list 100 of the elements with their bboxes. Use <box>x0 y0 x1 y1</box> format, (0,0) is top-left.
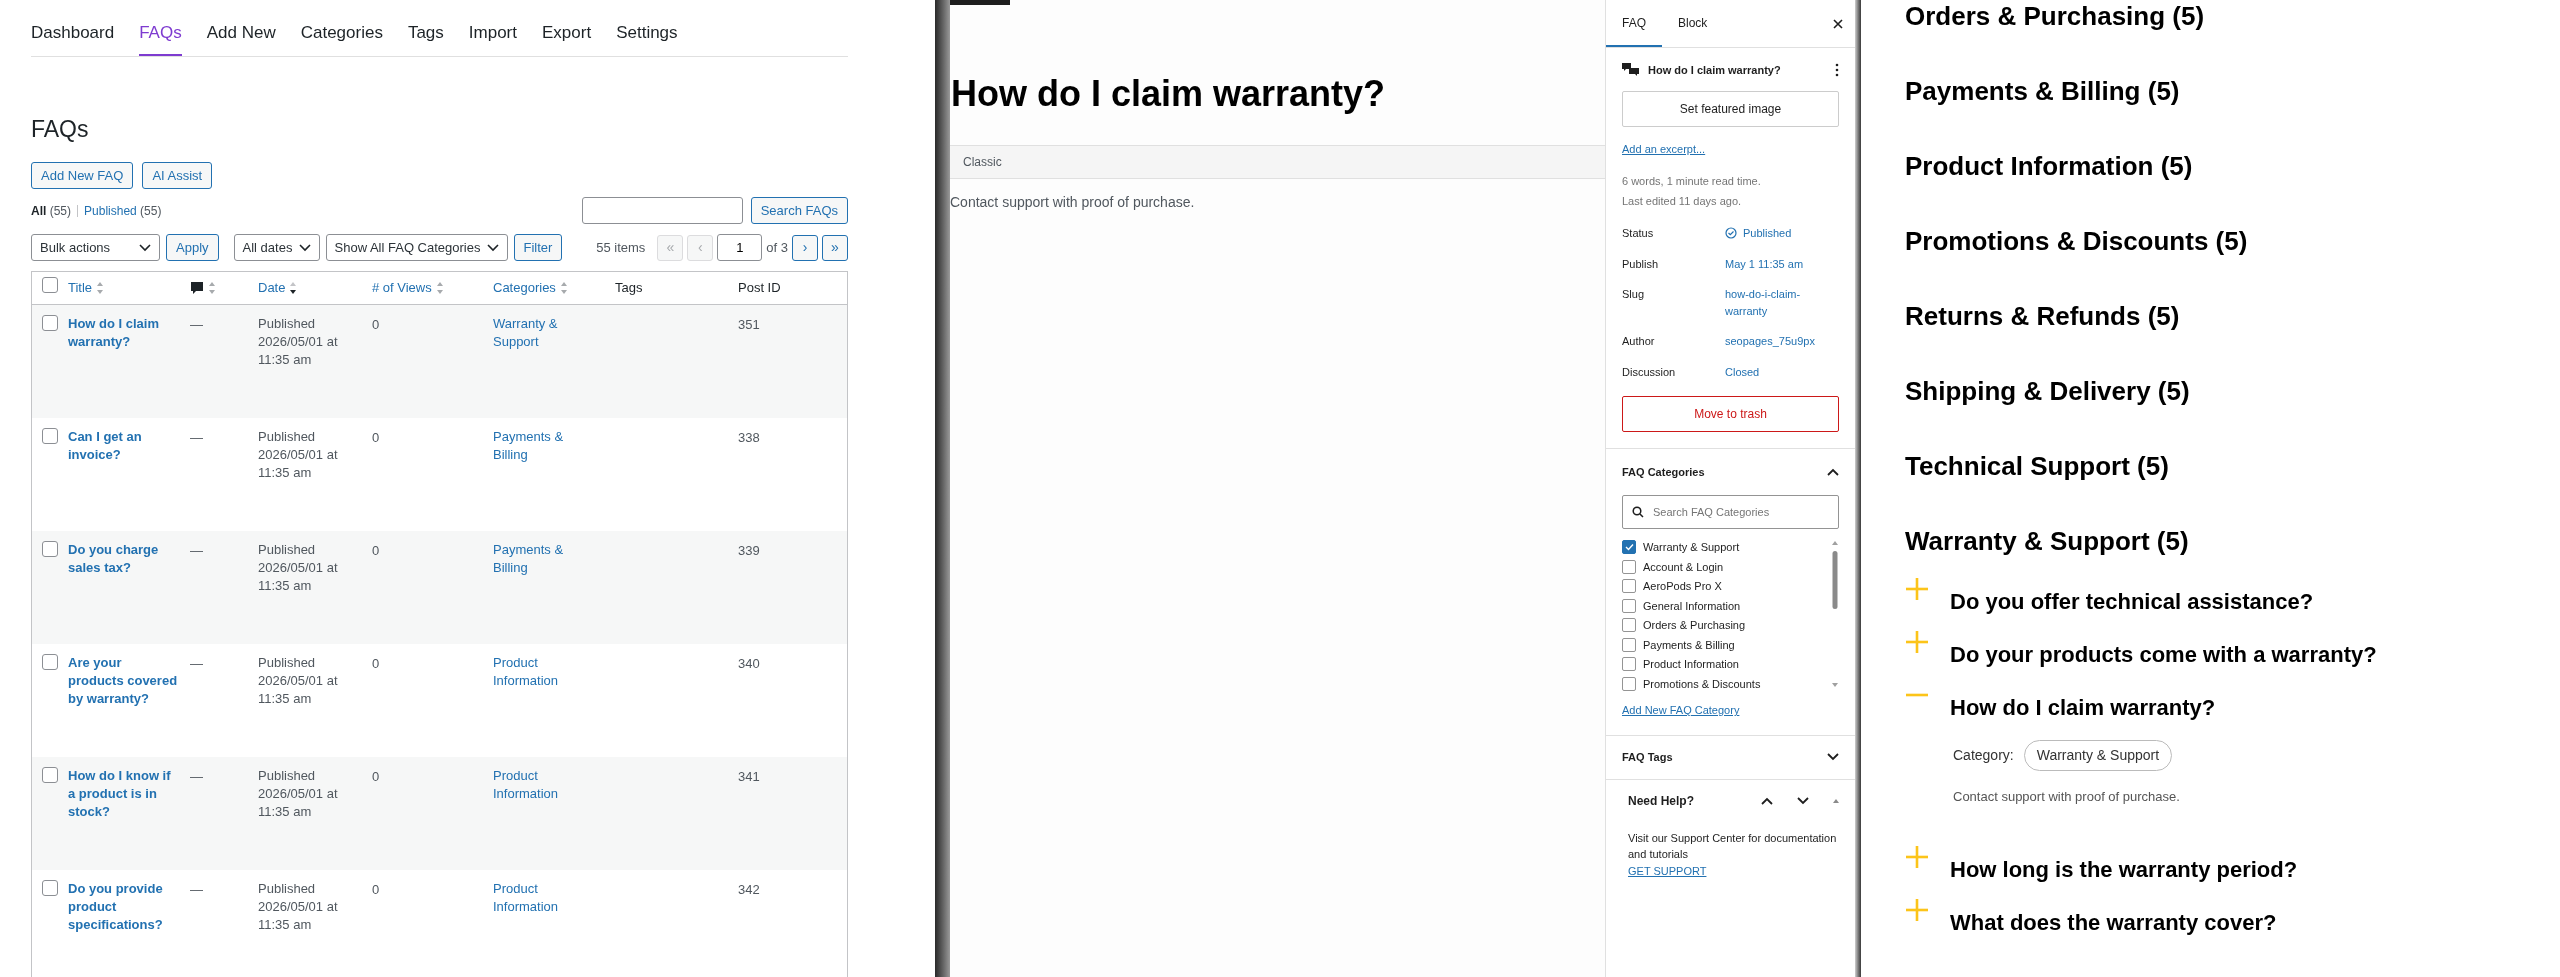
trash-button[interactable]: Move to trash <box>1622 396 1839 432</box>
comments-column-header[interactable] <box>190 281 216 295</box>
post-id-cell-text: 340 <box>738 655 760 673</box>
add-category-link[interactable]: Add New FAQ Category <box>1622 702 1839 719</box>
faq-question[interactable]: Do you offer technical assistance? <box>1950 585 2314 618</box>
meta-value[interactable]: May 1 11:35 am <box>1725 255 1804 272</box>
row-checkbox[interactable] <box>42 541 58 557</box>
category-checkbox[interactable] <box>1622 676 1636 691</box>
faq-title-link[interactable]: How do I claim warranty? <box>68 315 180 351</box>
meta-value[interactable]: Closed <box>1725 363 1760 380</box>
category-checkbox[interactable] <box>1622 559 1636 574</box>
category-select[interactable]: Show All FAQ Categories <box>325 234 508 261</box>
meta-value[interactable]: how-do-i-claim-warranty <box>1725 286 1825 319</box>
move-down-icon[interactable] <box>1797 796 1809 805</box>
action-button[interactable]: AI Assist <box>142 162 213 189</box>
views-cell-text: 0 <box>372 542 381 560</box>
faq-question[interactable]: Do your products come with a warranty? <box>1950 638 2377 671</box>
post-id-cell-text: 351 <box>738 316 760 334</box>
sort-arrows-icon <box>289 281 298 295</box>
row-checkbox[interactable] <box>42 767 58 783</box>
category-link[interactable]: Warranty & Support <box>493 315 593 351</box>
sort-arrows-icon <box>96 281 105 295</box>
faq-question[interactable]: How do I claim warranty? <box>1950 691 2216 724</box>
chevron-icon[interactable] <box>1827 468 1839 476</box>
category-link[interactable]: Product Information <box>493 880 593 916</box>
category-search-field[interactable]: Search FAQ Categories <box>1622 495 1839 529</box>
close-icon[interactable] <box>1833 18 1843 29</box>
post-content[interactable]: Contact support with proof of purchase. <box>950 192 1605 213</box>
nav-tab[interactable]: Dashboard <box>31 20 115 56</box>
sort-arrows-icon <box>208 281 216 295</box>
sidebar-tab[interactable]: FAQ <box>1606 0 1662 47</box>
nav-tab[interactable]: Import <box>468 20 517 56</box>
excerpt-link[interactable]: Add an excerpt... <box>1622 140 1839 157</box>
nav-tab[interactable]: Settings <box>616 20 678 56</box>
search-field[interactable] <box>581 197 743 224</box>
post-title[interactable]: How do I claim warranty? <box>950 67 1605 121</box>
chevron-icon[interactable] <box>1827 753 1839 761</box>
column-header[interactable]: Title <box>68 278 105 298</box>
column-header[interactable]: Date <box>258 278 298 298</box>
post-stats: 6 words, 1 minute read time. <box>1622 174 1762 189</box>
featured-image-button[interactable]: Set featured image <box>1622 90 1839 127</box>
category-checkbox[interactable] <box>1622 598 1636 613</box>
row-checkbox[interactable] <box>42 315 58 331</box>
search-icon <box>1632 506 1644 518</box>
filter-button[interactable]: Filter <box>513 234 563 261</box>
category-link[interactable]: Product Information <box>493 767 593 803</box>
column-header[interactable]: # of Views <box>372 278 444 298</box>
faq-title-link[interactable]: Are your products covered by warranty? <box>68 654 180 708</box>
row-checkbox[interactable] <box>42 428 58 444</box>
action-button[interactable]: Add New FAQ <box>31 162 134 189</box>
faq-question[interactable]: How long is the warranty period? <box>1950 852 2298 886</box>
pagination-button[interactable]: › <box>792 234 818 261</box>
page-field[interactable]: 1 <box>717 234 763 261</box>
faq-title-link[interactable]: Do you charge sales tax? <box>68 541 180 577</box>
category-checkbox[interactable] <box>1622 540 1636 555</box>
faq-title-link[interactable]: Can I get an invoice? <box>68 428 180 464</box>
views-cell-text: 0 <box>372 881 381 899</box>
meta-label: Author <box>1622 334 1656 349</box>
category-checkbox[interactable] <box>1622 579 1636 594</box>
help-text: Visit our Support Center for documentation and tutorials <box>1628 830 1838 862</box>
nav-tab[interactable]: Tags <box>407 20 444 56</box>
support-link[interactable]: GET SUPPORT <box>1628 864 1707 877</box>
faq-title-link[interactable]: Do you provide product specifications? <box>68 880 180 934</box>
apply-button[interactable]: Apply <box>166 234 219 261</box>
nav-tab[interactable]: Categories <box>300 20 383 56</box>
category-heading: Payments & Billing (5) <box>1905 77 2181 105</box>
view-link[interactable]: Published (55) <box>84 201 162 220</box>
collapse-icon[interactable] <box>1833 798 1839 803</box>
views-cell-text: 0 <box>372 655 381 673</box>
category-link[interactable]: Payments & Billing <box>493 541 593 577</box>
date-select[interactable]: All dates <box>233 234 320 261</box>
more-icon[interactable] <box>1835 63 1839 78</box>
date-cell-text: Published 2026/05/01 at 11:35 am <box>258 880 339 934</box>
nav-tab[interactable]: Add New <box>206 20 276 56</box>
meta-value[interactable]: seopages_75u9px <box>1725 333 1815 350</box>
category-checkbox[interactable] <box>1622 637 1636 652</box>
category-link[interactable]: Product Information <box>493 654 593 690</box>
faq-question[interactable]: What does the warranty cover? <box>1950 905 2277 939</box>
category-heading: Promotions & Discounts (5) <box>1905 227 2249 255</box>
comments-cell-text: — <box>190 768 204 786</box>
view-link[interactable]: All (55) <box>31 201 72 220</box>
sort-arrows-icon <box>559 281 568 295</box>
faq-title-link[interactable]: How do I know if a product is in stock? <box>68 767 180 821</box>
row-checkbox[interactable] <box>42 654 58 670</box>
panel-title[interactable]: FAQ Tags <box>1622 748 1673 766</box>
pagination-button[interactable]: » <box>822 234 848 261</box>
select-all-checkbox[interactable] <box>42 277 58 294</box>
panel-title[interactable]: FAQ Categories <box>1622 463 1705 481</box>
nav-tab[interactable]: FAQs <box>139 20 182 56</box>
column-header[interactable]: Categories <box>493 278 568 298</box>
row-checkbox[interactable] <box>42 880 58 896</box>
category-link[interactable]: Payments & Billing <box>493 428 593 464</box>
bulk-actions-select[interactable]: Bulk actions <box>31 234 160 261</box>
move-up-icon[interactable] <box>1761 796 1773 805</box>
nav-tab[interactable]: Export <box>542 20 592 56</box>
category-checkbox[interactable] <box>1622 657 1636 672</box>
meta-value[interactable]: Published <box>1743 225 1792 242</box>
search-button[interactable]: Search FAQs <box>750 197 848 224</box>
category-checkbox[interactable] <box>1622 618 1636 633</box>
sidebar-tab[interactable]: Block <box>1662 0 1724 47</box>
